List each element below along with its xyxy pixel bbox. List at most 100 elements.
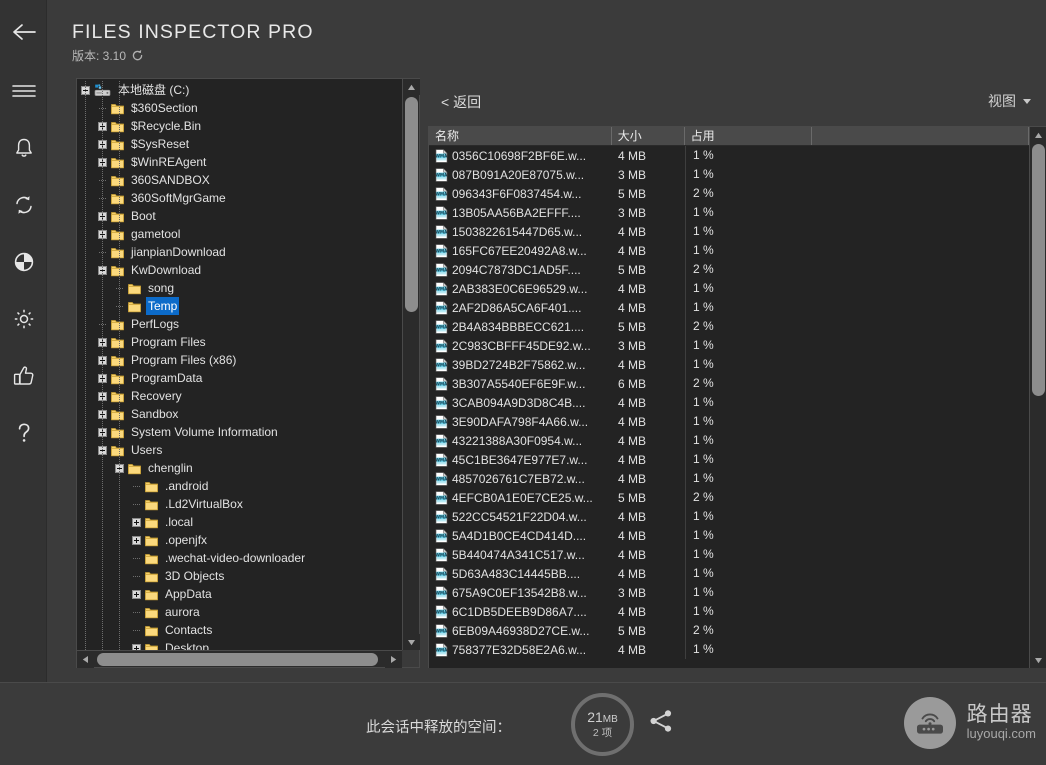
expand-icon[interactable] — [132, 535, 141, 545]
tree-item[interactable]: 3D Objects — [77, 567, 402, 585]
thumbs-up-icon[interactable] — [0, 352, 47, 400]
column-header[interactable] — [812, 127, 1029, 145]
column-header[interactable]: 占用 — [685, 127, 813, 145]
view-dropdown[interactable]: 视图 — [988, 91, 1031, 111]
tree-item[interactable]: .openjfx — [77, 531, 402, 549]
table-row[interactable]: WMA 096343F6F0837454.w... 5 MB 2 % — [429, 184, 1029, 203]
settings-gear-icon[interactable] — [0, 295, 47, 343]
file-list-scroll-up-button[interactable] — [1030, 127, 1046, 143]
tree-item[interactable]: Program Files (x86) — [77, 351, 402, 369]
file-size-cell: 3 MB — [618, 167, 647, 182]
tree-scroll-left-button[interactable] — [77, 651, 94, 668]
expand-icon[interactable] — [132, 589, 141, 599]
tree-item[interactable]: $SysReset — [77, 135, 402, 153]
expand-icon[interactable] — [132, 517, 141, 527]
table-row[interactable]: WMA 6EB09A46938D27CE.w... 5 MB 2 % — [429, 621, 1029, 640]
table-row[interactable]: WMA 1503822615447D65.w... 4 MB 1 % — [429, 222, 1029, 241]
tree-item[interactable]: .Ld2VirtualBox — [77, 495, 402, 513]
tree-item[interactable]: 本地磁盘 (C:) — [77, 81, 402, 99]
tree-scroll-right-button[interactable] — [385, 651, 402, 668]
tree-item[interactable]: 360SANDBOX — [77, 171, 402, 189]
table-row[interactable]: WMA 2094C7873DC1AD5F.... 5 MB 2 % — [429, 260, 1029, 279]
tree-item[interactable]: 360SoftMgrGame — [77, 189, 402, 207]
file-name-label: 675A9C0EF13542B8.w... — [452, 585, 587, 600]
table-row[interactable]: WMA 39BD2724B2F75862.w... 4 MB 1 % — [429, 355, 1029, 374]
folder-icon — [111, 102, 124, 115]
disk-usage-pie-icon[interactable] — [0, 238, 47, 286]
table-row[interactable]: WMA 3E90DAFA798F4A66.w... 4 MB 1 % — [429, 412, 1029, 431]
file-list-scroll-down-button[interactable] — [1030, 652, 1046, 668]
table-row[interactable]: WMA 522CC54521F22D04.w... 4 MB 1 % — [429, 507, 1029, 526]
file-name-label: 39BD2724B2F75862.w... — [452, 357, 586, 372]
tree-scroll-down-button[interactable] — [403, 634, 420, 650]
table-row[interactable]: WMA 087B091A20E87075.w... 3 MB 1 % — [429, 165, 1029, 184]
table-row[interactable]: WMA 2B4A834BBBECC621.... 5 MB 2 % — [429, 317, 1029, 336]
tree-item[interactable]: Users — [77, 441, 402, 459]
table-row[interactable]: WMA 6C1DB5DEEB9D86A7.... 4 MB 1 % — [429, 602, 1029, 621]
file-size-cell: 4 MB — [618, 357, 647, 372]
table-row[interactable]: WMA 165FC67EE20492A8.w... 4 MB 1 % — [429, 241, 1029, 260]
table-row[interactable]: WMA 2AB383E0C6E96529.w... 4 MB 1 % — [429, 279, 1029, 298]
file-list-rows[interactable]: WMA 0356C10698F2BF6E.w... 4 MB 1 % WMA 087B09… — [429, 146, 1029, 668]
tree-item[interactable]: .wechat-video-downloader — [77, 549, 402, 567]
tree-item[interactable]: Contacts — [77, 621, 402, 639]
tree-item[interactable]: jianpianDownload — [77, 243, 402, 261]
tree-item[interactable]: Sandbox — [77, 405, 402, 423]
table-row[interactable]: WMA 675A9C0EF13542B8.w... 3 MB 1 % — [429, 583, 1029, 602]
tree-item[interactable]: Recovery — [77, 387, 402, 405]
notifications-bell-icon[interactable] — [0, 124, 47, 172]
sync-refresh-icon[interactable] — [0, 181, 47, 229]
tree-horizontal-scrollbar[interactable] — [77, 650, 402, 668]
tree-scroll-up-button[interactable] — [403, 79, 420, 95]
table-row[interactable]: WMA 758377E32D58E2A6.w... 4 MB 1 % — [429, 640, 1029, 659]
table-row[interactable]: WMA 2C983CBFFF45DE92.w... 3 MB 1 % — [429, 336, 1029, 355]
tree-item[interactable]: Temp — [77, 297, 402, 315]
table-row[interactable]: WMA 5A4D1B0CE4CD414D.... 4 MB 1 % — [429, 526, 1029, 545]
table-row[interactable]: WMA 4857026761C7EB72.w... 4 MB 1 % — [429, 469, 1029, 488]
tree-item[interactable]: .android — [77, 477, 402, 495]
table-row[interactable]: WMA 2AF2D86A5CA6F401.... 4 MB 1 % — [429, 298, 1029, 317]
tree-item[interactable]: Boot — [77, 207, 402, 225]
file-size-cell: 4 MB — [618, 604, 647, 619]
file-usage-cell: 2 % — [685, 260, 813, 279]
tree-item[interactable]: aurora — [77, 603, 402, 621]
back-arrow-icon[interactable] — [0, 8, 47, 56]
tree-item[interactable]: AppData — [77, 585, 402, 603]
column-header[interactable]: 大小 — [612, 127, 685, 145]
share-icon[interactable] — [648, 708, 674, 739]
table-row[interactable]: WMA 4EFCB0A1E0E7CE25.w... 5 MB 2 % — [429, 488, 1029, 507]
table-row[interactable]: WMA 5B440474A341C517.w... 4 MB 1 % — [429, 545, 1029, 564]
tree-item[interactable]: $WinREAgent — [77, 153, 402, 171]
tree-item[interactable]: gametool — [77, 225, 402, 243]
tree-item[interactable]: song — [77, 279, 402, 297]
tree-item[interactable]: Desktop — [77, 639, 402, 650]
tree-item[interactable]: $Recycle.Bin — [77, 117, 402, 135]
table-row[interactable]: WMA 3B307A5540EF6E9F.w... 6 MB 2 % — [429, 374, 1029, 393]
column-header[interactable]: 名称 — [429, 127, 612, 145]
tree-item[interactable]: ProgramData — [77, 369, 402, 387]
tree-item[interactable]: System Volume Information — [77, 423, 402, 441]
tree-vertical-scrollbar[interactable] — [402, 79, 420, 650]
file-list-scrollbar-thumb[interactable] — [1032, 144, 1045, 396]
tree-item[interactable]: .local — [77, 513, 402, 531]
tree-item[interactable]: KwDownload — [77, 261, 402, 279]
tree-item[interactable]: PerfLogs — [77, 315, 402, 333]
table-row[interactable]: WMA 13B05AA56BA2EFFF.... 3 MB 1 % — [429, 203, 1029, 222]
file-list-vertical-scrollbar[interactable] — [1029, 127, 1046, 668]
table-row[interactable]: WMA 3CAB094A9D3D8C4B.... 4 MB 1 % — [429, 393, 1029, 412]
tree-item[interactable]: $360Section — [77, 99, 402, 117]
table-row[interactable]: WMA 5D63A483C14445BB.... 4 MB 1 % — [429, 564, 1029, 583]
tree-item[interactable]: chenglin — [77, 459, 402, 477]
tree-horizontal-scrollbar-thumb[interactable] — [97, 653, 378, 666]
table-row[interactable]: WMA 45C1BE3647E977E7.w... 4 MB 1 % — [429, 450, 1029, 469]
file-name-cell: WMA 5B440474A341C517.w... — [429, 547, 612, 562]
help-icon[interactable] — [0, 409, 47, 457]
refresh-icon[interactable] — [131, 49, 144, 62]
table-row[interactable]: WMA 0356C10698F2BF6E.w... 4 MB 1 % — [429, 146, 1029, 165]
tree-vertical-scrollbar-thumb[interactable] — [405, 97, 418, 312]
table-row[interactable]: WMA 43221388A30F0954.w... 4 MB 1 % — [429, 431, 1029, 450]
folder-tree-scroll[interactable]: 本地磁盘 (C:) $360Section $Recycle.Bin $SysRese… — [77, 79, 402, 650]
tree-item[interactable]: Program Files — [77, 333, 402, 351]
menu-icon[interactable] — [0, 67, 47, 115]
back-button[interactable]: < 返回 — [441, 92, 481, 112]
